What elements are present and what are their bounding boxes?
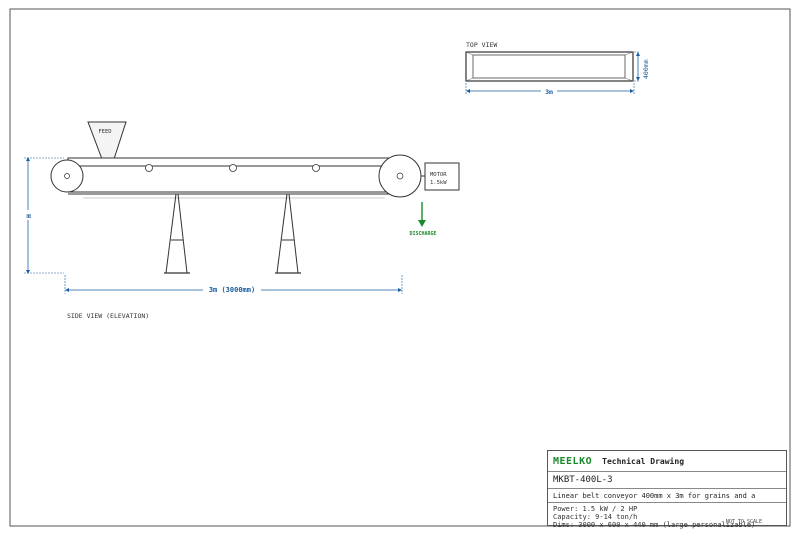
- feed-label: FEED: [98, 129, 111, 135]
- top-view-width-dimension: [634, 51, 640, 82]
- discharge-label: DISCHARGE: [409, 231, 436, 237]
- title-block-header: MEELKO Technical Drawing: [548, 451, 786, 472]
- support-leg-right: [275, 193, 301, 274]
- side-view-title: SIDE VIEW (ELEVATION): [67, 312, 149, 320]
- scale-note: NOT TO SCALE: [725, 519, 762, 525]
- sheet-border: [9, 8, 791, 527]
- title-block: MEELKO Technical Drawing MKBT-400L-3 Lin…: [547, 450, 787, 529]
- support-leg-left: [164, 193, 190, 274]
- idler-roller-3: [312, 164, 320, 172]
- brand-name: MEELKO: [553, 455, 593, 467]
- idler-roller-2: [229, 164, 237, 172]
- top-view-length-label: 3m: [545, 88, 553, 96]
- specs-block: Power: 1.5 kW / 2 HP Capacity: 9-14 ton/…: [548, 503, 786, 529]
- model-number: MKBT-400L-3: [553, 475, 613, 485]
- top-view-title: TOP VIEW: [466, 41, 497, 49]
- motor-power-label: 1.5kW: [430, 180, 447, 186]
- top-view-width-label: 400mm: [642, 59, 650, 79]
- description: Linear belt conveyor 400mm x 3m for grai…: [553, 491, 756, 500]
- drawing-type: Technical Drawing: [602, 456, 685, 466]
- side-view: FEED MOTOR 1.5kW DISCHARGE H 3m (3000mm)…: [24, 121, 460, 320]
- idler-roller-1: [145, 164, 153, 172]
- feed-hopper: [87, 121, 127, 160]
- spec-power: Power: 1.5 kW / 2 HP: [553, 505, 638, 513]
- conveyor-frame: [67, 157, 399, 193]
- height-label: H: [25, 214, 33, 218]
- length-label: 3m (3000mm): [209, 286, 255, 294]
- top-view-belt: [472, 54, 626, 79]
- description-row: Linear belt conveyor 400mm x 3m for grai…: [548, 489, 786, 503]
- model-number-row: MKBT-400L-3: [548, 472, 786, 489]
- motor-label: MOTOR: [430, 172, 447, 178]
- top-view: TOP VIEW 400mm 3m: [465, 41, 650, 96]
